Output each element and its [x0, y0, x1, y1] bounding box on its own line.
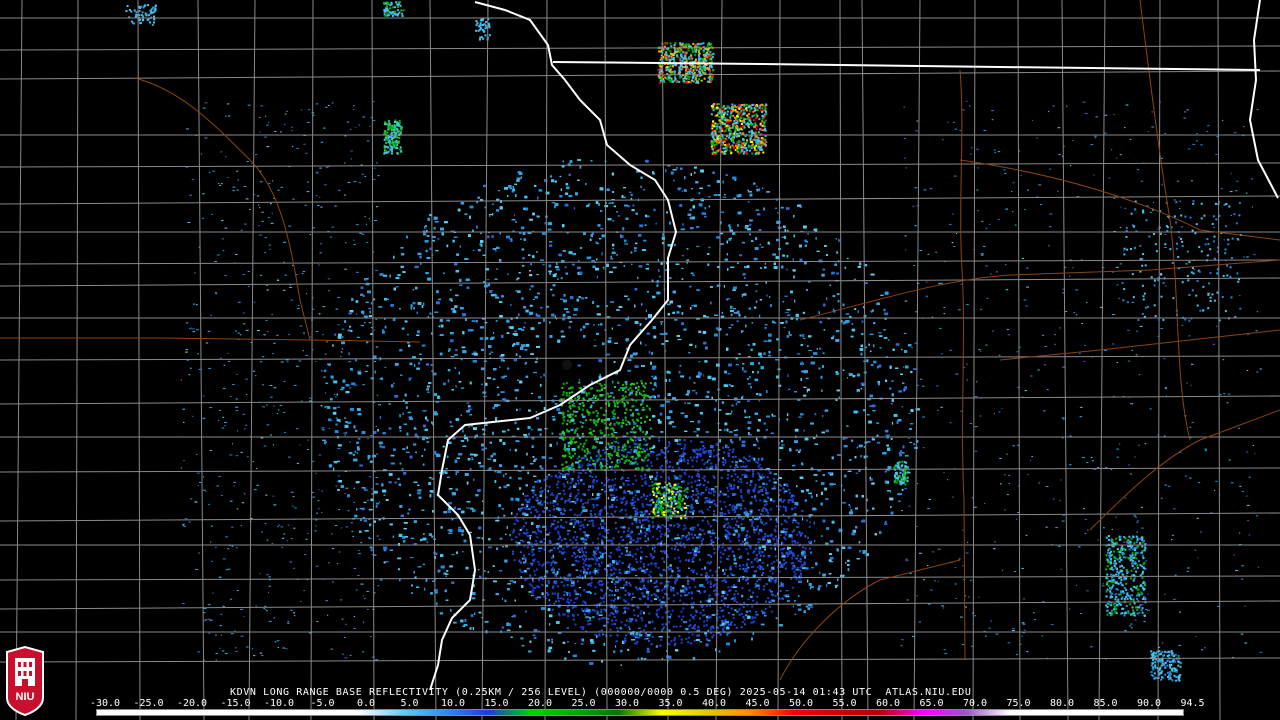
colorbar-segment — [574, 710, 619, 715]
colorbar-segment — [965, 710, 1010, 715]
scale-tick-label: 35.0 — [658, 698, 683, 709]
radar-site-marker — [562, 360, 572, 370]
colorbar-segment — [878, 710, 923, 715]
colorbar-segment — [661, 710, 706, 715]
colorbar-segment — [140, 710, 185, 715]
colorbar-segment — [487, 710, 532, 715]
colorbar-segment — [705, 710, 750, 715]
scale-tick-label: 65.0 — [919, 698, 944, 709]
scale-tick-label: -25.0 — [133, 698, 164, 709]
reflectivity-colorbar — [96, 709, 1184, 716]
scale-tick-label: 10.0 — [440, 698, 466, 709]
colorbar-segment — [444, 710, 489, 715]
scale-tick-label: -5.0 — [310, 698, 335, 709]
scale-tick-label: 85.0 — [1093, 698, 1118, 709]
logo-text: NIU — [16, 691, 35, 703]
scale-tick-label: 94.5 — [1180, 698, 1205, 709]
scale-tick-label: 80.0 — [1049, 698, 1075, 709]
colorbar-segment — [748, 710, 793, 715]
radar-map — [0, 0, 1280, 720]
colorbar-segment — [835, 710, 880, 715]
scale-tick-label: 45.0 — [745, 698, 770, 709]
colorbar-segment — [531, 710, 576, 715]
colorbar-segment — [357, 710, 402, 715]
colorbar-segment — [401, 710, 446, 715]
colorbar-segment — [97, 710, 141, 715]
colorbar-segment — [1009, 710, 1054, 715]
colorbar-segment — [1139, 710, 1184, 715]
colorbar-segment — [314, 710, 359, 715]
colorbar-segment — [270, 710, 315, 715]
scale-tick-label: 25.0 — [571, 698, 596, 709]
scale-tick-label: -10.0 — [263, 698, 295, 709]
scale-tick-label: 75.0 — [1006, 698, 1031, 709]
scale-tick-label: 70.0 — [962, 698, 988, 709]
colorbar-segment — [922, 710, 967, 715]
scale-tick-label: 0.0 — [356, 698, 376, 709]
scale-tick-label: 90.0 — [1136, 698, 1162, 709]
scale-tick-label: 5.0 — [400, 698, 419, 709]
colorbar-segment — [618, 710, 663, 715]
scale-tick-label: 40.0 — [701, 698, 727, 709]
scale-tick-label: 60.0 — [875, 698, 901, 709]
colorbar-segment — [792, 710, 836, 715]
scale-tick-label: -20.0 — [176, 698, 208, 709]
colorbar-segment — [183, 710, 228, 715]
product-title: KDVN LONG RANGE BASE REFLECTIVITY (0.25K… — [230, 687, 972, 698]
scale-tick-label: 30.0 — [614, 698, 640, 709]
colorbar-segment — [1052, 710, 1097, 715]
scale-tick-label: -15.0 — [220, 698, 251, 709]
university-seal-icon: NIU — [6, 646, 44, 716]
scale-tick-labels: -30.0 -25.0 -20.0 -15.0 -10.0 -5.0 0.0 5.0 10.0 1… — [89, 698, 1205, 709]
colorbar-segment — [227, 710, 272, 715]
scale-tick-label: 15.0 — [484, 698, 509, 709]
colorbar-segment — [1096, 710, 1141, 715]
scale-tick-label: 20.0 — [527, 698, 553, 709]
scale-tick-label: 50.0 — [788, 698, 814, 709]
scale-tick-label: 55.0 — [832, 698, 857, 709]
scale-tick-label: -30.0 — [89, 698, 121, 709]
